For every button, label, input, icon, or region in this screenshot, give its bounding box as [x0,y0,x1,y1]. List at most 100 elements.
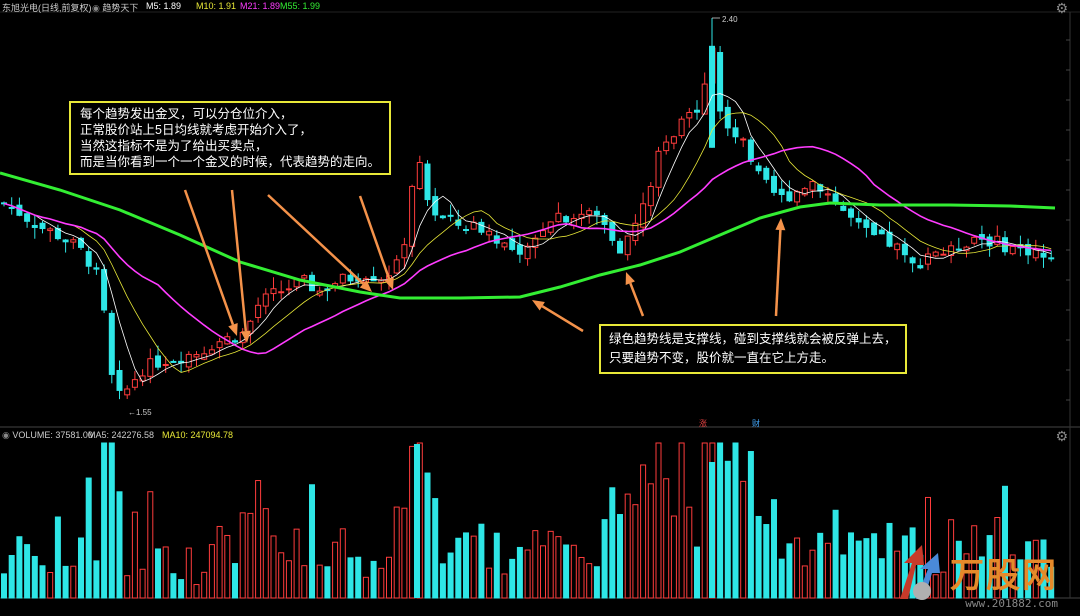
arrow-shaft [541,305,584,333]
volume-bar [724,460,731,599]
candle-body [694,109,700,113]
volume-bar [686,506,693,599]
volume-bar [509,558,516,599]
volume-bar [178,579,185,599]
volume-bar [609,487,616,599]
candle [170,359,177,363]
candle-body [917,265,924,269]
candle-body [1040,252,1047,258]
candle-body [655,150,662,188]
candle-body [840,205,847,211]
volume-bar [301,565,308,599]
candle-body [8,206,15,209]
candle-body [424,163,431,201]
candle-body [971,236,978,244]
candle-body [501,242,508,248]
candle [501,241,508,251]
candle-body [755,165,762,172]
candle-body [170,360,177,363]
event-marker-1[interactable]: 涨 [699,418,707,429]
volume-bar [185,547,192,599]
candle [324,285,331,302]
volume-bar [655,442,662,599]
volume-bar [617,514,623,599]
candle [131,371,138,391]
volume-bar [116,491,123,599]
candle-body [894,243,901,251]
candle [93,262,100,275]
volume-bar [501,573,508,599]
annotation-arrow [774,218,786,317]
volume-bar [878,558,885,599]
event-marker-2[interactable]: 财 [752,418,760,429]
candle [70,237,77,250]
volume-bar [24,544,31,599]
candle [855,210,862,229]
volume-bar [763,524,770,599]
volume-bar [370,560,377,599]
volume-bar [332,541,339,599]
annotation-line: 只要趋势不变，股价就一直在它上方走。 [609,351,835,365]
annotation-line: 当然这指标不是为了给出买卖点， [80,139,268,153]
volume-gear-icon[interactable]: ⚙ [1055,428,1068,445]
candle-body [1009,246,1016,255]
annotation-arrow [625,272,645,317]
annotation-arrow [267,194,372,292]
candle [478,218,485,236]
low-price-label: ←1.55 [128,408,152,417]
candle [617,238,623,254]
candle [432,187,439,222]
candle-body [878,229,885,235]
volume-bar [824,542,831,599]
candle-body [24,213,31,222]
volume-bar [54,516,61,599]
volume-bar [16,536,23,599]
annotation-line: 正常股价站上5日均线就考虑开始介入了， [80,123,312,137]
candle [278,280,285,300]
candle [932,250,939,258]
volume-bar [216,525,223,599]
volume-bar [670,515,677,599]
volume-bar [386,556,392,599]
m5-label: M5: 1.89 [146,1,182,11]
volume-bar [324,566,331,599]
annotation-line: 而是当你看到一个一个金叉的时候，代表趋势的走向。 [80,155,381,169]
m21-label: M21: 1.89 [240,1,281,11]
volume-bar [439,563,446,599]
stock-chart[interactable]: 2.40 ←1.55 [0,0,1080,616]
arrow-shaft [629,282,645,317]
candle [193,351,200,367]
gear-icon[interactable]: ⚙ [1055,0,1068,17]
volume-bar [78,537,84,599]
candle-body [85,251,92,267]
volume-bar [647,483,654,599]
stock-title: 东旭光电(日线,前复权) [2,3,92,13]
candle-body [278,291,285,294]
candle-body [763,167,770,180]
volume-header: ◉ VOLUME: 37581.00 [2,430,93,440]
candle [609,221,616,246]
volume-bar [717,442,724,599]
volume-bar [339,528,346,599]
candle [555,202,562,223]
volume-bar [863,538,870,599]
watermark-logo: 万股网 www.201882.com [894,543,1058,610]
candle [686,107,693,128]
candle-body [717,52,724,112]
volume-bar [740,480,747,599]
candle [593,205,600,225]
volume-bar [771,499,777,599]
volume-bar [478,523,485,599]
candle [670,135,677,150]
candle-body [624,235,631,256]
annotation-box-support-line: 绿色趋势线是支撑线，碰到支撑线就会被反弹上去， 只要趋势不变，股价就一直在它上方… [599,324,907,374]
candle [54,224,61,241]
candle-body [147,358,154,377]
candle-body [262,293,269,307]
candle [578,203,585,227]
volume-bar [809,549,816,599]
volume-bar [455,537,462,599]
candle [778,180,785,203]
candle-body [516,244,523,255]
candle-body [339,273,346,284]
